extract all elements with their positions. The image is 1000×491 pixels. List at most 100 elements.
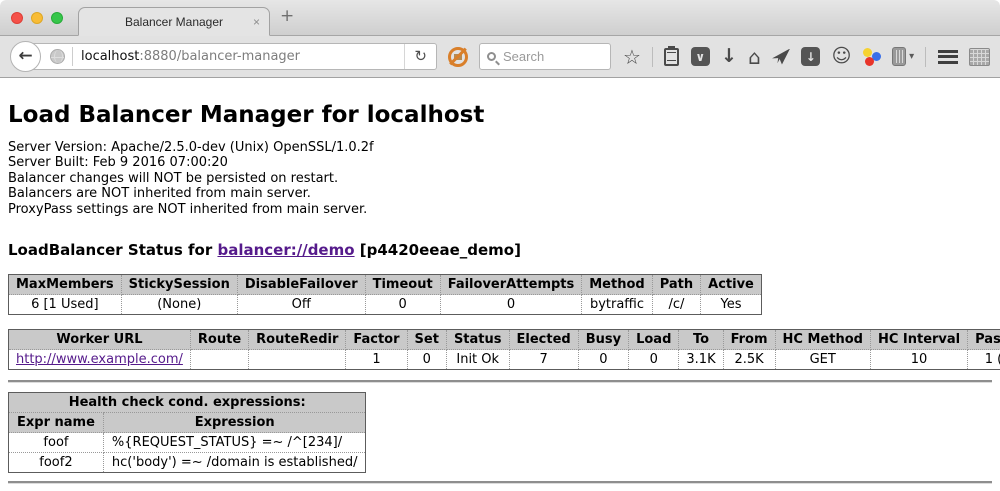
search-input[interactable] xyxy=(503,49,593,64)
downloads-icon[interactable]: ↓ xyxy=(721,47,737,66)
persist-notice-line: Balancer changes will NOT be persisted o… xyxy=(8,171,992,186)
col-status: Status xyxy=(446,330,509,350)
col-factor: Factor xyxy=(346,330,407,350)
server-version-line: Server Version: Apache/2.5.0-dev (Unix) … xyxy=(8,140,992,155)
content-blocker-icon[interactable] xyxy=(448,47,468,67)
col-elected: Elected xyxy=(509,330,578,350)
balancer-table-header-row: MaxMembers StickySession DisableFailover… xyxy=(9,275,762,295)
back-icon: ← xyxy=(18,48,32,65)
keyboard-grid-icon[interactable] xyxy=(969,48,990,66)
new-tab-button[interactable]: + xyxy=(280,8,294,25)
search-bar[interactable] xyxy=(479,43,611,70)
bookmark-star-icon[interactable]: ☆ xyxy=(623,47,641,67)
balancer-table-data-row: 6 [1 Used] (None) Off 0 0 bytraffic /c/ … xyxy=(9,295,762,315)
cell-failoverattempts: 0 xyxy=(440,295,582,315)
worker-table-data-row: http://www.example.com/ 1 0 Init Ok 7 0 … xyxy=(9,350,1000,370)
cell-load: 0 xyxy=(629,350,679,370)
url-path: :8880/balancer-manager xyxy=(139,49,300,64)
chevron-down-icon[interactable]: ▾ xyxy=(909,52,914,62)
hc-data-row: foof2 hc('body') =~ /domain is establish… xyxy=(9,453,366,473)
col-active: Active xyxy=(701,275,762,295)
balancer-table: MaxMembers StickySession DisableFailover… xyxy=(8,274,762,315)
cell-disablefailover: Off xyxy=(237,295,365,315)
worker-table: Worker URL Route RouteRedir Factor Set S… xyxy=(8,329,1000,370)
hc-header-row: Expr name Expression xyxy=(9,413,366,433)
server-info: Server Version: Apache/2.5.0-dev (Unix) … xyxy=(8,140,992,217)
tab-title: Balancer Manager xyxy=(125,15,223,29)
col-worker-url: Worker URL xyxy=(9,330,191,350)
col-to: To xyxy=(679,330,723,350)
toolbar-buttons: ☆ ∨ ↓ ⌂ ↓ ☺ ▾ xyxy=(623,47,990,67)
col-method: Method xyxy=(582,275,652,295)
worker-table-header-row: Worker URL Route RouteRedir Factor Set S… xyxy=(9,330,1000,350)
site-identity-globe-icon[interactable] xyxy=(50,49,65,64)
cell-elected: 7 xyxy=(509,350,578,370)
extension-colordots-icon[interactable] xyxy=(863,48,881,66)
window-close-button[interactable] xyxy=(11,12,23,24)
cell-set: 0 xyxy=(407,350,446,370)
col-expression: Expression xyxy=(103,413,366,433)
balancer-link[interactable]: balancer://demo xyxy=(217,241,354,259)
col-disablefailover: DisableFailover xyxy=(237,275,365,295)
window-minimize-button[interactable] xyxy=(31,12,43,24)
cell-busy: 0 xyxy=(578,350,628,370)
cell-expression: hc('body') =~ /domain is established/ xyxy=(103,453,366,473)
reading-list-icon[interactable] xyxy=(664,48,679,66)
toolbar-separator xyxy=(652,47,653,67)
col-failoverattempts: FailoverAttempts xyxy=(440,275,582,295)
cell-timeout: 0 xyxy=(365,295,440,315)
proxypass-notice-line: ProxyPass settings are NOT inherited fro… xyxy=(8,202,992,217)
window-controls xyxy=(11,12,63,24)
cell-expression: %{REQUEST_STATUS} =~ /^[234]/ xyxy=(103,433,366,453)
col-load: Load xyxy=(629,330,679,350)
save-page-icon[interactable]: ↓ xyxy=(801,47,820,66)
col-path: Path xyxy=(652,275,700,295)
cell-method: bytraffic xyxy=(582,295,652,315)
url-bar[interactable]: localhost:8880/balancer-manager ↻ xyxy=(25,43,437,70)
server-built-line: Server Built: Feb 9 2016 07:00:20 xyxy=(8,155,992,170)
cell-to: 3.1K xyxy=(679,350,723,370)
cell-passes: 1 (0) xyxy=(968,350,1000,370)
tab-close-icon[interactable]: × xyxy=(253,15,260,29)
page-bottom-divider xyxy=(8,481,992,484)
cell-expr-name: foof2 xyxy=(9,453,104,473)
col-maxmembers: MaxMembers xyxy=(9,275,122,295)
col-set: Set xyxy=(407,330,446,350)
col-from: From xyxy=(723,330,775,350)
page-title: Load Balancer Manager for localhost xyxy=(8,102,992,128)
cell-expr-name: foof xyxy=(9,433,104,453)
url-host: localhost xyxy=(81,49,139,64)
url-divider xyxy=(72,47,73,66)
feedback-smiley-icon[interactable]: ☺ xyxy=(832,47,852,66)
pocket-icon[interactable]: ∨ xyxy=(691,47,710,66)
cell-worker-url: http://www.example.com/ xyxy=(9,350,191,370)
cell-maxmembers: 6 [1 Used] xyxy=(9,295,122,315)
health-check-table: Health check cond. expressions: Expr nam… xyxy=(8,392,366,473)
hc-title-row: Health check cond. expressions: xyxy=(9,393,366,413)
col-timeout: Timeout xyxy=(365,275,440,295)
search-icon xyxy=(487,52,496,61)
cell-routeredir xyxy=(249,350,346,370)
browser-tab[interactable]: Balancer Manager × xyxy=(78,7,270,36)
status-suffix: [p4420eeae_demo] xyxy=(360,241,521,259)
toolbar-separator xyxy=(925,47,926,67)
window-zoom-button[interactable] xyxy=(51,12,63,24)
send-tab-icon[interactable] xyxy=(772,49,790,65)
hamburger-menu-icon[interactable] xyxy=(938,50,958,64)
cell-stickysession: (None) xyxy=(121,295,237,315)
page-content: Load Balancer Manager for localhost Serv… xyxy=(0,102,1000,484)
cell-path: /c/ xyxy=(652,295,700,315)
balancer-status-heading: LoadBalancer Status for balancer://demo … xyxy=(8,241,992,259)
back-button[interactable]: ← xyxy=(10,41,41,72)
browser-window: Balancer Manager × + ← localhost:8880/ba… xyxy=(0,0,1000,491)
balancers-notice-line: Balancers are NOT inherited from main se… xyxy=(8,186,992,201)
extension-panel-icon[interactable] xyxy=(892,47,906,66)
hc-data-row: foof %{REQUEST_STATUS} =~ /^[234]/ xyxy=(9,433,366,453)
col-hc-method: HC Method xyxy=(775,330,870,350)
col-passes: Passes xyxy=(968,330,1000,350)
worker-url-link[interactable]: http://www.example.com/ xyxy=(16,352,183,367)
reload-button[interactable]: ↻ xyxy=(404,44,436,69)
home-icon[interactable]: ⌂ xyxy=(748,47,761,67)
col-stickysession: StickySession xyxy=(121,275,237,295)
col-hc-interval: HC Interval xyxy=(870,330,967,350)
